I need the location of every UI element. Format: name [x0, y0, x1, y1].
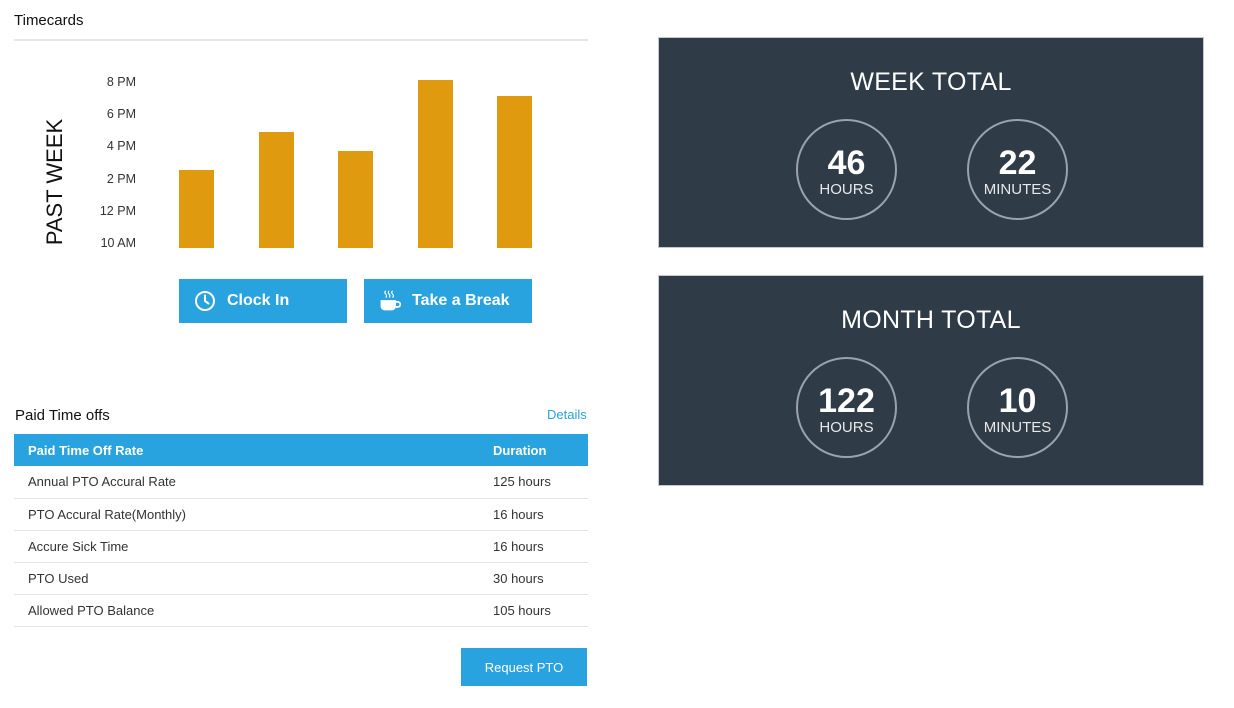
clock-icon	[193, 289, 217, 313]
month-total-panel: MONTH TOTAL 122 HOURS 10 MINUTES	[658, 275, 1204, 486]
duration-cell: 125 hours	[493, 466, 588, 499]
month-hours-circle: 122 HOURS	[796, 357, 897, 458]
rate-cell: PTO Used	[14, 562, 493, 595]
rate-cell: PTO Accural Rate(Monthly)	[14, 498, 493, 531]
y-tick-label: 2 PM	[106, 171, 136, 186]
table-row: PTO Accural Rate(Monthly) 16 hours	[14, 498, 588, 531]
bar	[417, 80, 453, 248]
rate-cell: Annual PTO Accural Rate	[14, 466, 493, 499]
take-break-button[interactable]: Take a Break	[364, 279, 532, 323]
bar	[497, 96, 532, 248]
week-hours-label: HOURS	[819, 180, 874, 198]
month-hours-value: 122	[818, 381, 875, 420]
pto-title: Paid Time offs	[15, 407, 110, 424]
rate-column-header: Paid Time Off Rate	[14, 434, 493, 466]
bar	[258, 131, 294, 248]
table-row: PTO Used 30 hours	[14, 562, 588, 595]
week-minutes-value: 22	[998, 143, 1037, 182]
y-tick-label: 12 PM	[99, 203, 136, 218]
duration-cell: 16 hours	[493, 498, 588, 531]
rate-cell: Accure Sick Time	[14, 530, 493, 563]
y-tick-label: 4 PM	[106, 139, 136, 154]
table-row: Allowed PTO Balance 105 hours	[14, 594, 588, 627]
coffee-cup-icon	[378, 289, 402, 313]
duration-column-header: Duration	[493, 434, 588, 466]
y-tick-label: 8 PM	[106, 75, 136, 89]
clock-in-label: Clock In	[227, 292, 290, 309]
bar	[179, 170, 214, 248]
chart-axis-label: PAST WEEK	[42, 118, 67, 246]
week-total-panel: WEEK TOTAL 46 HOURS 22 MINUTES	[658, 37, 1204, 248]
week-hours-circle: 46 HOURS	[796, 119, 897, 220]
week-total-title: WEEK TOTAL	[850, 68, 1012, 96]
y-tick-label: 6 PM	[106, 107, 136, 122]
take-break-label: Take a Break	[412, 292, 510, 309]
rate-cell: Allowed PTO Balance	[14, 594, 493, 627]
week-minutes-circle: 22 MINUTES	[967, 119, 1068, 220]
y-tick-label: 10 AM	[100, 236, 136, 250]
details-link[interactable]: Details	[547, 407, 587, 422]
month-minutes-value: 10	[998, 381, 1037, 420]
duration-cell: 30 hours	[493, 562, 588, 595]
request-pto-button[interactable]: Request PTO	[461, 648, 587, 686]
pto-table: Paid Time Off Rate Duration Annual PTO A…	[14, 434, 588, 627]
pto-table-header: Paid Time Off Rate Duration	[14, 434, 588, 466]
month-total-title: MONTH TOTAL	[841, 306, 1021, 334]
week-minutes-label: MINUTES	[983, 180, 1052, 198]
week-hours-value: 46	[827, 143, 866, 182]
month-minutes-label: MINUTES	[983, 418, 1052, 436]
timecards-title: Timecards	[14, 12, 84, 29]
month-hours-label: HOURS	[819, 418, 874, 436]
duration-cell: 105 hours	[493, 594, 588, 627]
clock-in-button[interactable]: Clock In	[179, 279, 347, 323]
table-row: Annual PTO Accural Rate 125 hours	[14, 466, 588, 499]
table-row: Accure Sick Time 16 hours	[14, 530, 588, 563]
month-minutes-circle: 10 MINUTES	[967, 357, 1068, 458]
title-divider	[14, 39, 588, 41]
bar	[338, 150, 373, 248]
duration-cell: 16 hours	[493, 530, 588, 563]
